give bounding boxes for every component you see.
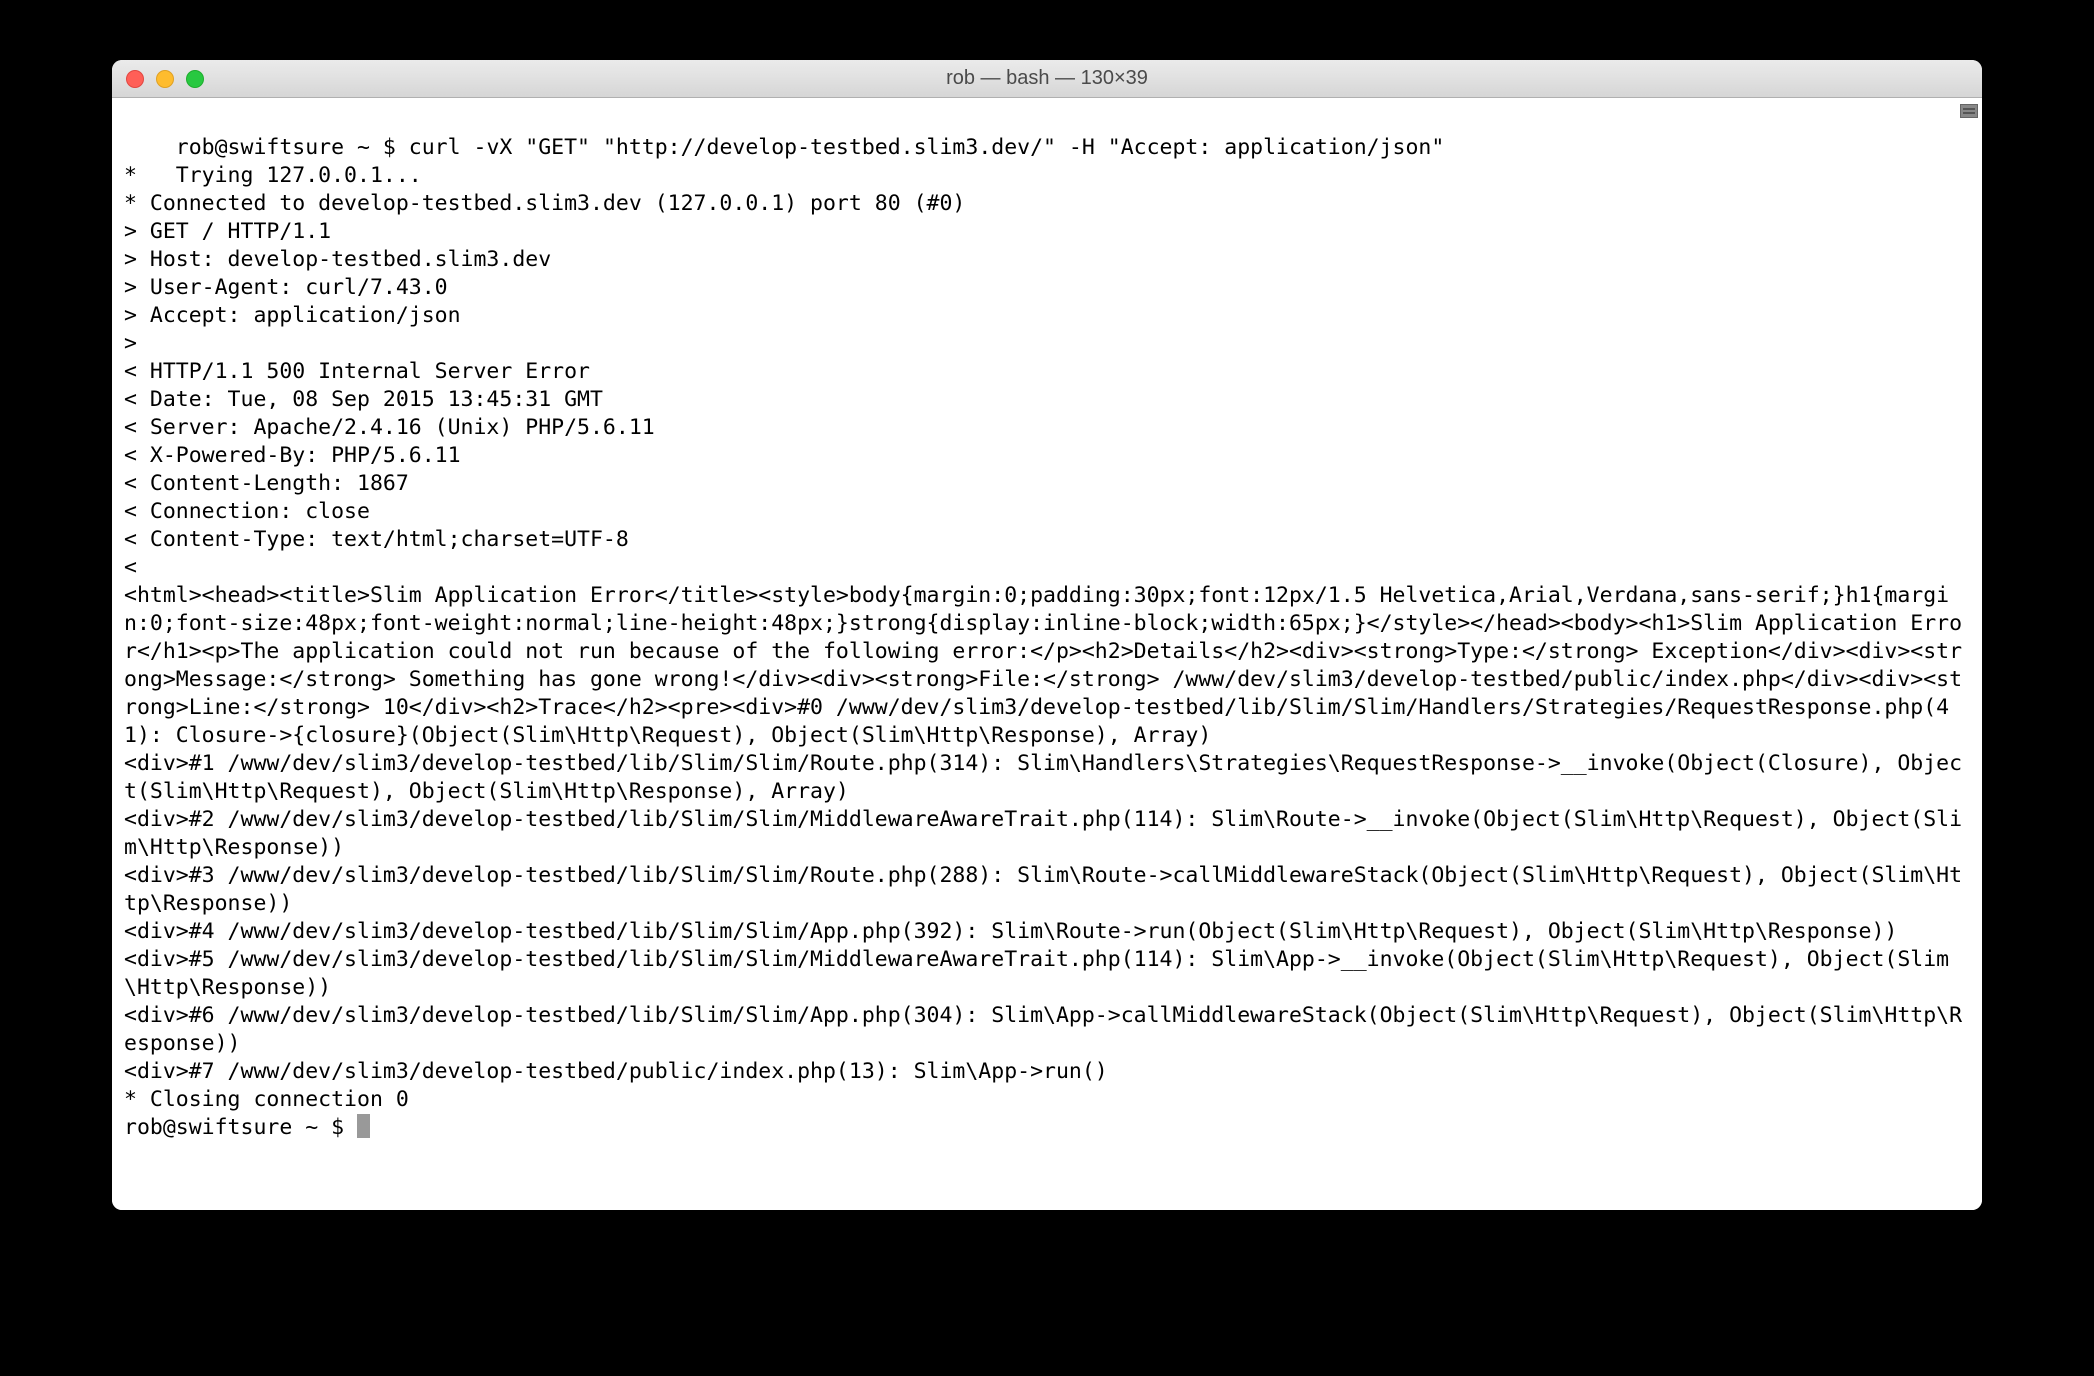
terminal-output: * Trying 127.0.0.1... * Connected to dev… [124,163,1962,1112]
terminal-content[interactable]: rob@swiftsure ~ $ curl -vX "GET" "http:/… [112,98,1982,1210]
window-title: rob — bash — 130×39 [112,67,1982,90]
terminal-cursor [357,1114,370,1138]
traffic-lights [126,70,204,88]
shell-prompt-2: rob@swiftsure ~ $ [124,1115,357,1140]
shell-prompt: rob@swiftsure ~ $ [176,135,409,160]
close-button[interactable] [126,70,144,88]
maximize-button[interactable] [186,70,204,88]
minimize-button[interactable] [156,70,174,88]
window-titlebar[interactable]: rob — bash — 130×39 [112,60,1982,98]
shell-command: curl -vX "GET" "http://develop-testbed.s… [409,135,1445,160]
scroll-indicator-icon [1960,104,1978,118]
terminal-window: rob — bash — 130×39 rob@swiftsure ~ $ cu… [112,60,1982,1210]
